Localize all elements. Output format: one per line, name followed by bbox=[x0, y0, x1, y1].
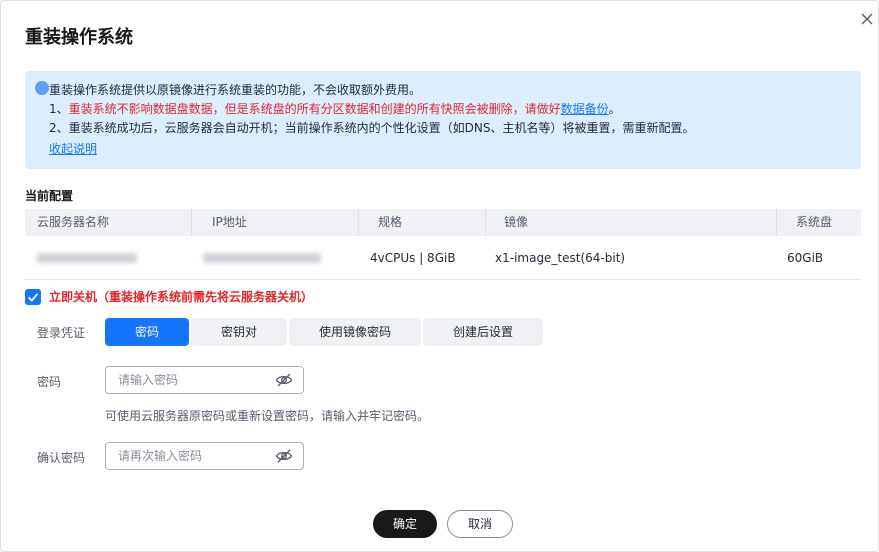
shutdown-checkbox[interactable] bbox=[25, 289, 41, 305]
spec-value: 4vCPUs | 8GiB bbox=[370, 251, 456, 265]
column-divider bbox=[776, 209, 777, 236]
close-icon[interactable] bbox=[857, 9, 877, 29]
info-icon bbox=[35, 81, 49, 95]
server-name-redacted bbox=[37, 253, 137, 263]
system-disk-value: 60GiB bbox=[787, 251, 824, 265]
column-image: 镜像 bbox=[504, 215, 529, 229]
password-field[interactable] bbox=[105, 366, 304, 394]
password-input[interactable] bbox=[118, 372, 268, 388]
column-system-disk: 系统盘 bbox=[796, 215, 833, 229]
collapse-notice-link[interactable]: 收起说明 bbox=[49, 141, 97, 157]
column-ip-address: IP地址 bbox=[212, 215, 247, 229]
notice-line-intro: 重装操作系统提供以原镜像进行系统重装的功能，不会收取额外费用。 bbox=[49, 83, 422, 97]
current-config-label: 当前配置 bbox=[25, 189, 74, 203]
eye-off-icon[interactable] bbox=[275, 372, 293, 388]
notice-line-1: 1、重装系统不影响数据盘数据，但是系统盘的所有分区数据和创建的所有快照会被删除，… bbox=[49, 101, 621, 117]
password-label: 密码 bbox=[37, 375, 62, 389]
password-hint: 可使用云服务器原密码或重新设置密码，请输入并牢记密码。 bbox=[105, 409, 430, 423]
notice-panel: 重装操作系统提供以原镜像进行系统重装的功能，不会收取额外费用。 1、重装系统不影… bbox=[25, 71, 861, 169]
confirm-password-input[interactable] bbox=[118, 448, 268, 464]
check-icon bbox=[27, 293, 39, 302]
column-divider bbox=[485, 209, 486, 236]
notice-line-2: 2、重装系统成功后，云服务器会自动开机；当前操作系统内的个性化设置（如DNS、主… bbox=[49, 121, 695, 135]
login-credential-label: 登录凭证 bbox=[37, 326, 86, 340]
data-backup-link[interactable]: 数据备份 bbox=[561, 102, 609, 116]
column-spec: 规格 bbox=[378, 215, 403, 229]
notice-line-1-prefix: 1、 bbox=[49, 102, 69, 116]
dialog-title: 重装操作系统 bbox=[25, 27, 133, 48]
column-divider bbox=[191, 209, 192, 236]
notice-line-1-suffix: 。 bbox=[608, 102, 621, 116]
column-divider bbox=[358, 209, 359, 236]
table-header: 云服务器名称 IP地址 规格 镜像 系统盘 bbox=[25, 209, 861, 236]
cancel-button[interactable]: 取消 bbox=[447, 510, 513, 538]
notice-line-1-warning: 重装系统不影响数据盘数据，但是系统盘的所有分区数据和创建的所有快照会被删除，请做… bbox=[68, 102, 561, 116]
confirm-button[interactable]: 确定 bbox=[373, 510, 437, 538]
image-value: x1-image_test(64-bit) bbox=[495, 251, 626, 265]
ip-address-redacted bbox=[203, 253, 321, 263]
credential-option-set-later[interactable]: 创建后设置 bbox=[423, 318, 543, 346]
table-row: 4vCPUs | 8GiB x1-image_test(64-bit) 60Gi… bbox=[25, 236, 861, 280]
shutdown-label: 立即关机（重装操作系统前需先将云服务器关机） bbox=[49, 290, 314, 304]
reinstall-os-dialog: 重装操作系统 重装操作系统提供以原镜像进行系统重装的功能，不会收取额外费用。 1… bbox=[0, 0, 879, 552]
column-server-name: 云服务器名称 bbox=[37, 215, 110, 229]
confirm-password-field[interactable] bbox=[105, 442, 304, 470]
current-config-table: 云服务器名称 IP地址 规格 镜像 系统盘 4vCPUs | 8GiB x1-i… bbox=[25, 209, 861, 280]
credential-option-keypair[interactable]: 密钥对 bbox=[191, 318, 287, 346]
eye-off-icon[interactable] bbox=[275, 448, 293, 464]
confirm-password-label: 确认密码 bbox=[37, 451, 86, 465]
credential-option-image-password[interactable]: 使用镜像密码 bbox=[289, 318, 421, 346]
credential-option-password[interactable]: 密码 bbox=[105, 318, 189, 346]
